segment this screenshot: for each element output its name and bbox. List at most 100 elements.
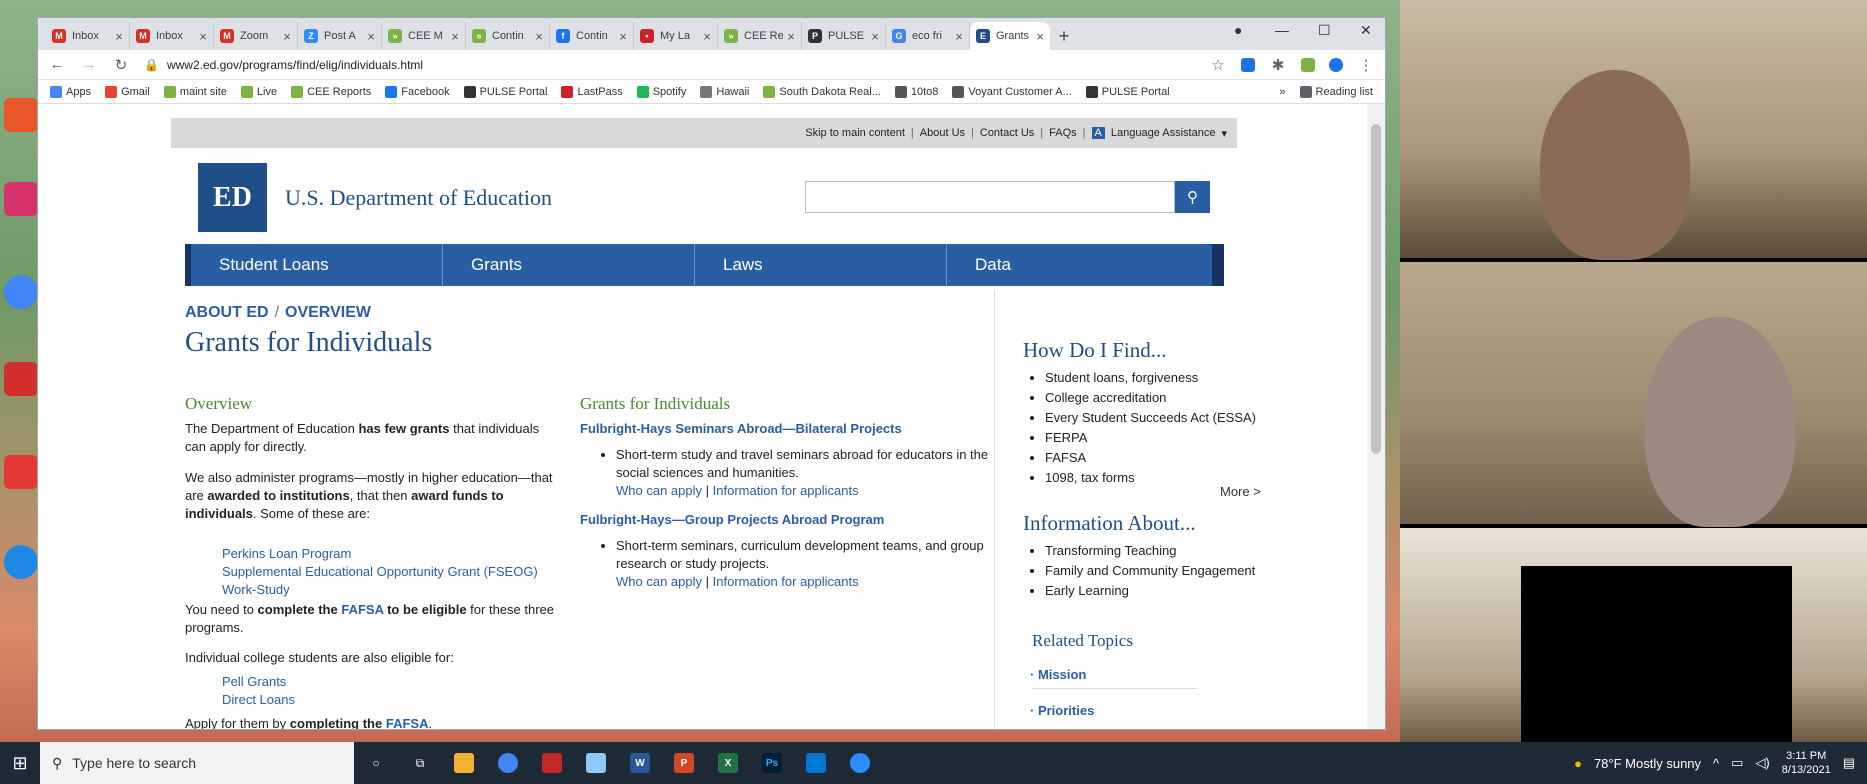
related-mission-link[interactable]: · Mission [1030, 667, 1086, 682]
browser-tab[interactable]: M Inbox × [46, 22, 130, 50]
network-icon[interactable]: ▭ [1731, 755, 1743, 771]
perkins-loan-link[interactable]: Perkins Loan Program [222, 545, 538, 563]
close-tab-icon[interactable]: × [199, 29, 207, 44]
fulbright-seminars-link[interactable]: Fulbright-Hays Seminars Abroad—Bilateral… [580, 420, 902, 438]
browser-tab[interactable]: P PULSE × [802, 22, 886, 50]
word-taskbar-icon[interactable]: W [618, 742, 662, 784]
close-tab-icon[interactable]: × [367, 29, 375, 44]
notifications-icon[interactable]: ▤ [1843, 755, 1855, 771]
desktop-app-icon[interactable] [4, 98, 38, 132]
extension-icon[interactable] [1241, 57, 1255, 72]
chrome-desktop-icon[interactable] [4, 275, 38, 309]
breadcrumb-overview[interactable]: OVERVIEW [285, 304, 371, 321]
taskbar-search-box[interactable]: ⚲ Type here to search [40, 742, 354, 784]
bookmarks-overflow-icon[interactable]: » [1279, 86, 1285, 98]
browser-tab[interactable]: f Contin × [550, 22, 634, 50]
site-search-input[interactable] [805, 181, 1175, 213]
language-assistance-dropdown[interactable]: Language Assistance [1111, 127, 1216, 139]
department-name[interactable]: U.S. Department of Education [285, 185, 552, 211]
chevron-down-icon[interactable]: ▾ [1221, 127, 1227, 140]
find-item[interactable]: Every Student Succeeds Act (ESSA) [1045, 408, 1256, 428]
page-scrollbar[interactable] [1367, 104, 1385, 729]
weather-widget[interactable]: 78°F Mostly sunny [1594, 756, 1701, 771]
close-tab-icon[interactable]: × [451, 29, 459, 44]
direct-loans-link[interactable]: Direct Loans [222, 691, 295, 709]
scrollbar-thumb[interactable] [1371, 124, 1381, 454]
about-item[interactable]: Transforming Teaching [1045, 541, 1255, 561]
photos-taskbar-icon[interactable] [794, 742, 838, 784]
bookmark-item[interactable]: Facebook [385, 85, 450, 98]
extensions-puzzle-icon[interactable]: ✱ [1269, 56, 1287, 74]
who-can-apply-link[interactable]: Who can apply [616, 574, 702, 589]
desktop-app-icon[interactable] [4, 182, 38, 216]
close-tab-icon[interactable]: × [283, 29, 291, 44]
forward-icon[interactable]: → [80, 56, 98, 73]
close-tab-icon[interactable]: × [619, 29, 627, 44]
acrobat-desktop-icon[interactable] [4, 362, 38, 396]
reload-icon[interactable]: ↻ [112, 56, 130, 74]
task-view-icon[interactable]: ⧉ [398, 742, 442, 784]
bookmark-item[interactable]: CEE Reports [291, 85, 371, 98]
photoshop-taskbar-icon[interactable]: Ps [750, 742, 794, 784]
bookmark-item[interactable]: Hawaii [700, 85, 749, 98]
bookmark-item[interactable]: 10to8 [894, 85, 938, 98]
bookmark-item[interactable]: Live [240, 85, 277, 98]
app-taskbar-icon[interactable] [530, 742, 574, 784]
edge-desktop-icon[interactable] [4, 545, 38, 579]
back-icon[interactable]: ← [48, 56, 66, 73]
work-study-link[interactable]: Work-Study [222, 581, 538, 599]
about-item[interactable]: Family and Community Engagement [1045, 561, 1255, 581]
related-priorities-link[interactable]: · Priorities [1030, 703, 1094, 718]
chrome-taskbar-icon[interactable] [486, 742, 530, 784]
fulbright-group-projects-link[interactable]: Fulbright-Hays—Group Projects Abroad Pro… [580, 511, 884, 529]
close-tab-icon[interactable]: × [871, 29, 879, 44]
clock[interactable]: 3:11 PM 8/13/2021 [1782, 749, 1831, 777]
volume-icon[interactable]: ◁) [1755, 755, 1769, 771]
find-item[interactable]: FERPA [1045, 428, 1256, 448]
browser-tab[interactable]: M Inbox × [130, 22, 214, 50]
browser-tab[interactable]: Z Post A × [298, 22, 382, 50]
cortana-icon[interactable]: ○ [354, 742, 398, 784]
nav-student-loans[interactable]: Student Loans [191, 244, 443, 286]
video-tile-participant-2[interactable] [1400, 262, 1867, 527]
tray-chevron-icon[interactable]: ^ [1713, 756, 1719, 771]
browser-tab[interactable]: » CEE M × [382, 22, 466, 50]
bookmark-item[interactable]: Voyant Customer A... [952, 85, 1072, 98]
nav-data[interactable]: Data [947, 244, 1212, 286]
fafsa-link[interactable]: FAFSA [341, 602, 383, 617]
bookmark-item[interactable]: PULSE Portal [1085, 85, 1170, 98]
bookmark-star-icon[interactable]: ☆ [1209, 56, 1227, 74]
pell-grants-link[interactable]: Pell Grants [222, 673, 295, 691]
powerpoint-taskbar-icon[interactable]: P [662, 742, 706, 784]
browser-tab[interactable]: M Zoom × [214, 22, 298, 50]
browser-tab[interactable]: E Grants × [970, 22, 1050, 50]
contact-us-link[interactable]: Contact Us [980, 127, 1034, 139]
about-us-link[interactable]: About Us [920, 127, 965, 139]
menu-kebab-icon[interactable]: ⋮ [1357, 56, 1375, 74]
minimize-button[interactable]: — [1275, 22, 1289, 38]
info-for-applicants-link[interactable]: Information for applicants [713, 483, 859, 498]
video-tile-participant-1[interactable] [1400, 0, 1867, 260]
bookmark-item[interactable]: PULSE Portal [463, 85, 547, 98]
new-tab-button[interactable]: + [1050, 22, 1078, 50]
file-explorer-icon[interactable] [442, 742, 486, 784]
close-window-button[interactable]: ✕ [1360, 22, 1372, 39]
close-tab-icon[interactable]: × [703, 29, 711, 44]
about-item[interactable]: Early Learning [1045, 581, 1255, 601]
app-taskbar-icon[interactable] [574, 742, 618, 784]
maximize-button[interactable]: ☐ [1318, 22, 1331, 39]
close-tab-icon[interactable]: × [787, 29, 795, 44]
fafsa-link[interactable]: FAFSA [386, 716, 429, 729]
zoom-taskbar-icon[interactable] [838, 742, 882, 784]
bookmark-item[interactable]: South Dakota Real... [763, 85, 881, 98]
skip-to-content-link[interactable]: Skip to main content [805, 127, 905, 139]
excel-taskbar-icon[interactable]: X [706, 742, 750, 784]
browser-tab[interactable]: » CEE Re × [718, 22, 802, 50]
who-can-apply-link[interactable]: Who can apply [616, 483, 702, 498]
browser-tab[interactable]: • My La × [634, 22, 718, 50]
bookmark-item[interactable]: Apps [50, 85, 91, 98]
browser-tab[interactable]: » Contin × [466, 22, 550, 50]
close-tab-icon[interactable]: × [535, 29, 543, 44]
start-button[interactable]: ⊞ [0, 742, 40, 784]
bookmark-item[interactable]: Spotify [636, 85, 686, 98]
